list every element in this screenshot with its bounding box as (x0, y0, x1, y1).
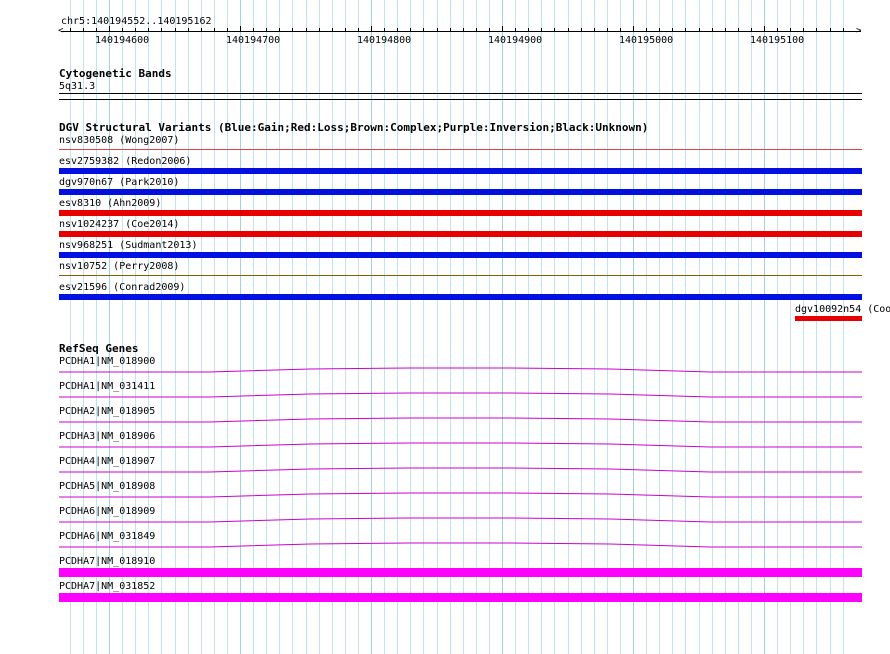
refseq-gene-intron-line[interactable] (59, 417, 862, 423)
refseq-gene-intron-line[interactable] (59, 392, 862, 398)
refseq-gene-glyphs (59, 367, 862, 602)
refseq-gene-intron-line[interactable] (59, 517, 862, 523)
refseq-gene-intron-line[interactable] (59, 442, 862, 448)
refseq-gene-intron-line[interactable] (59, 467, 862, 473)
refseq-gene-intron-line[interactable] (59, 542, 862, 548)
refseq-gene-intron-line[interactable] (59, 367, 862, 373)
refseq-gene-exon[interactable] (59, 593, 862, 602)
genome-browser-panel: chr5:140194552..140195162 < > 1401946001… (0, 0, 890, 654)
refseq-gene-exon[interactable] (59, 568, 862, 577)
refseq-gene-intron-line[interactable] (59, 492, 862, 498)
